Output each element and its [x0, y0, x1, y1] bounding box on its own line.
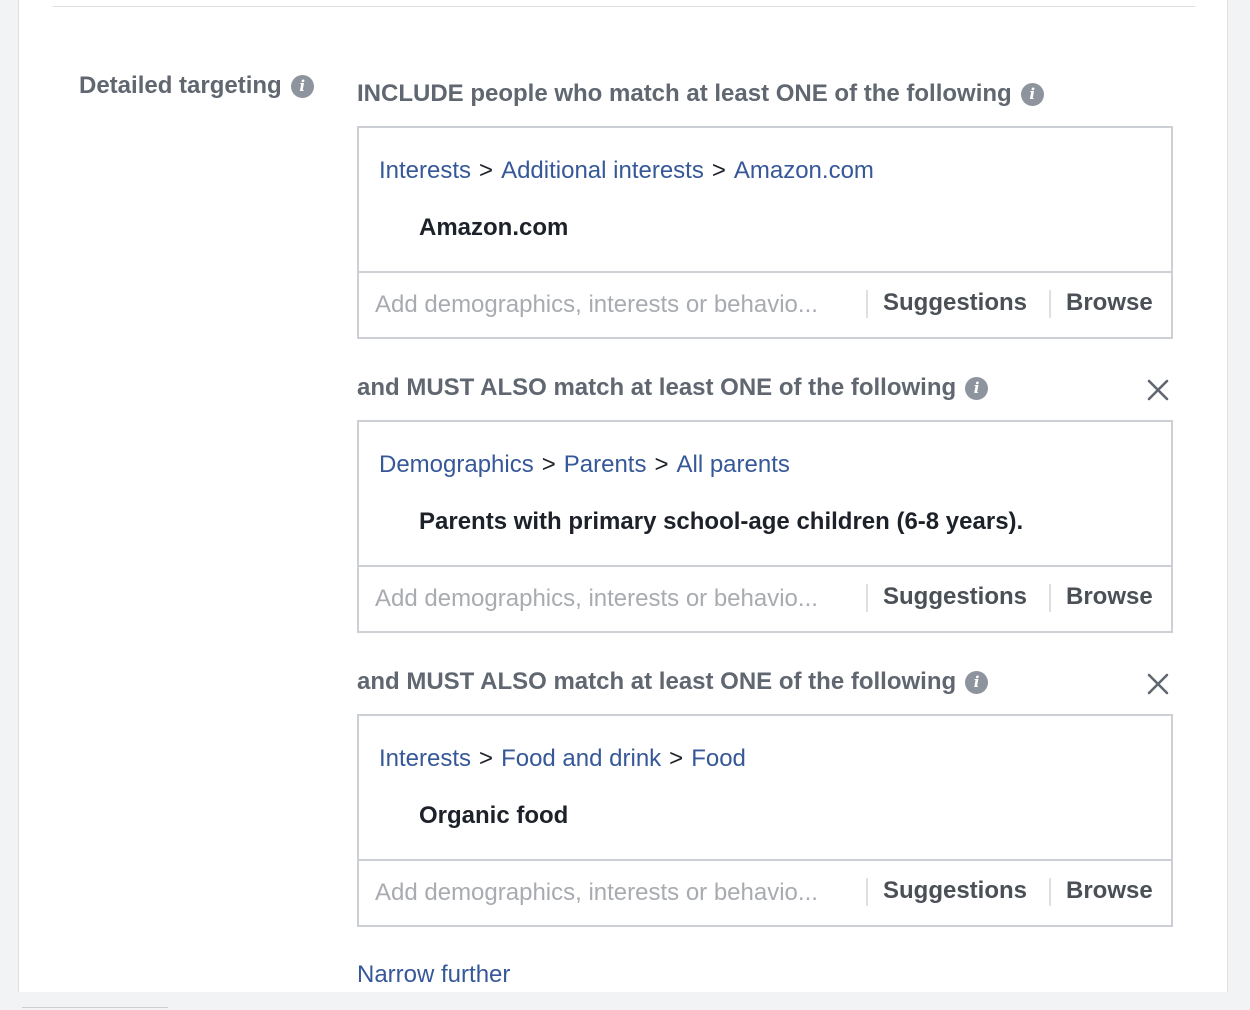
selected-targets: Interests > Food and drink > Food Organic fo…	[359, 716, 1171, 861]
breadcrumb-link[interactable]: Food and drink	[501, 745, 661, 772]
targeting-group-box: Demographics > Parents > All parents Parents…	[357, 420, 1173, 633]
browse-button[interactable]: Browse	[1066, 289, 1153, 317]
add-target-row: Suggestions Browse	[359, 861, 1171, 925]
include-group-header: INCLUDE people who match at least ONE of…	[357, 80, 1044, 108]
breadcrumb: Interests > Food and drink > Food	[379, 745, 746, 773]
add-targeting-input[interactable]	[375, 287, 851, 323]
breadcrumb-separator: >	[479, 157, 494, 184]
selected-target-item[interactable]: Organic food	[419, 802, 568, 830]
must-also-group-header: and MUST ALSO match at least ONE of the …	[357, 374, 989, 402]
breadcrumb-separator: >	[654, 451, 669, 478]
selected-targets: Interests > Additional interests > Amazon.co…	[359, 128, 1171, 273]
suggestions-button[interactable]: Suggestions	[883, 877, 1027, 905]
group-header-text: and MUST ALSO match at least ONE of the …	[357, 374, 957, 401]
add-targeting-input[interactable]	[375, 581, 851, 617]
suggestions-button[interactable]: Suggestions	[883, 583, 1027, 611]
breadcrumb: Interests > Additional interests > Amazon.co…	[379, 157, 874, 185]
breadcrumb-link[interactable]: Amazon.com	[734, 157, 874, 184]
close-icon[interactable]	[1145, 671, 1171, 697]
selected-target-item[interactable]: Parents with primary school-age children…	[419, 508, 1023, 536]
selected-targets: Demographics > Parents > All parents Parents…	[359, 422, 1171, 567]
must-also-group-header: and MUST ALSO match at least ONE of the …	[357, 668, 989, 696]
targeting-group-box: Interests > Food and drink > Food Organic fo…	[357, 714, 1173, 927]
group-header-text: INCLUDE people who match at least ONE of…	[357, 80, 1012, 107]
add-target-row: Suggestions Browse	[359, 567, 1171, 631]
breadcrumb-link[interactable]: Parents	[564, 451, 647, 478]
selected-target-item[interactable]: Amazon.com	[419, 214, 568, 242]
divider	[866, 878, 868, 906]
breadcrumb-link[interactable]: Interests	[379, 745, 471, 772]
suggestions-button[interactable]: Suggestions	[883, 289, 1027, 317]
breadcrumb-separator: >	[711, 157, 726, 184]
section-divider	[53, 6, 1195, 7]
breadcrumb-link[interactable]: Interests	[379, 157, 471, 184]
breadcrumb-link[interactable]: Demographics	[379, 451, 534, 478]
group-header-text: and MUST ALSO match at least ONE of the …	[357, 668, 957, 695]
breadcrumb-link[interactable]: Food	[691, 745, 746, 772]
browse-button[interactable]: Browse	[1066, 583, 1153, 611]
divider	[866, 584, 868, 612]
info-icon[interactable]: i	[965, 376, 989, 400]
section-label-text: Detailed targeting	[79, 72, 282, 99]
narrow-further-link[interactable]: Narrow further	[357, 961, 510, 989]
breadcrumb: Demographics > Parents > All parents	[379, 451, 790, 479]
info-icon[interactable]: i	[1020, 82, 1044, 106]
divider	[1049, 584, 1051, 612]
breadcrumb-link[interactable]: Additional interests	[501, 157, 704, 184]
add-targeting-input[interactable]	[375, 875, 851, 911]
breadcrumb-separator: >	[479, 745, 494, 772]
info-icon[interactable]: i	[290, 74, 314, 98]
targeting-panel: Detailed targeting i INCLUDE people who …	[18, 0, 1228, 992]
add-target-row: Suggestions Browse	[359, 273, 1171, 337]
targeting-group-box: Interests > Additional interests > Amazon.co…	[357, 126, 1173, 339]
divider	[1049, 290, 1051, 318]
breadcrumb-separator: >	[541, 451, 556, 478]
breadcrumb-separator: >	[669, 745, 684, 772]
section-label: Detailed targeting i	[79, 72, 314, 100]
divider	[1049, 878, 1051, 906]
breadcrumb-link[interactable]: All parents	[676, 451, 789, 478]
browse-button[interactable]: Browse	[1066, 877, 1153, 905]
info-icon[interactable]: i	[965, 670, 989, 694]
close-icon[interactable]	[1145, 377, 1171, 403]
divider	[866, 290, 868, 318]
